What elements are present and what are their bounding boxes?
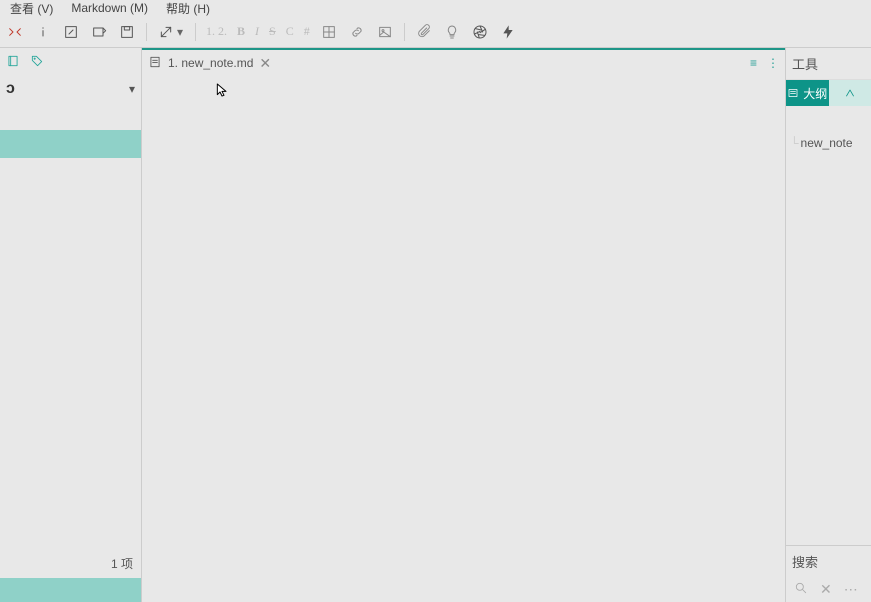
bold-button[interactable]: B <box>235 24 247 39</box>
menu-markdown[interactable]: Markdown (M) <box>71 1 148 15</box>
outline-item-label: new_note <box>801 136 853 150</box>
menu-lines-icon[interactable]: ≡ <box>750 56 757 70</box>
recycle-icon[interactable] <box>4 21 26 43</box>
search-title: 搜索 <box>786 546 871 577</box>
tools-tabs: 大纲 <box>786 80 871 106</box>
image-icon[interactable] <box>374 21 396 43</box>
editor-canvas[interactable] <box>142 76 785 602</box>
tab-label: 1. new_note.md <box>168 56 253 70</box>
list-footer-bar <box>0 578 141 602</box>
search-icon[interactable] <box>794 581 808 598</box>
toolbar: ▾ 1. 2. B I S C # <box>0 16 871 48</box>
heading-button[interactable]: # <box>302 24 312 39</box>
menu-help[interactable]: 帮助 (H) <box>166 0 210 17</box>
menubar: 查看 (V) Markdown (M) 帮助 (H) <box>0 0 871 16</box>
outline-tree: └ new_note <box>786 106 871 545</box>
tab-outline[interactable]: 大纲 <box>786 80 829 106</box>
outline-item[interactable]: └ new_note <box>790 136 867 150</box>
aperture-icon[interactable] <box>469 21 491 43</box>
notebook-icon-row <box>0 48 141 74</box>
strike-button[interactable]: S <box>267 24 278 39</box>
item-count-label: 1 项 <box>0 549 141 578</box>
mouse-cursor-icon <box>214 82 230 98</box>
separator <box>146 23 147 41</box>
book-icon[interactable] <box>4 52 22 70</box>
link-icon[interactable] <box>346 21 368 43</box>
main-area: ɔ ▾ 1 项 1. new_note.md ✕ ≡ ⋮ 工具 <box>0 48 871 602</box>
search-options-icon[interactable]: ⋯ <box>844 581 858 598</box>
notebook-title: ɔ <box>6 80 15 98</box>
tools-panel: 工具 大纲 └ new_note 搜索 ✕ ⋯ <box>785 48 871 602</box>
chevron-down-icon: ▾ <box>129 82 135 96</box>
tools-title: 工具 <box>786 48 871 80</box>
file-row-selected[interactable] <box>0 130 141 158</box>
notebook-selector[interactable]: ɔ ▾ <box>0 74 141 104</box>
tab-bar: 1. new_note.md ✕ ≡ ⋮ <box>142 50 785 76</box>
file-list <box>0 104 141 549</box>
tree-branch-icon: └ <box>790 136 799 150</box>
bulb-icon[interactable] <box>441 21 463 43</box>
flash-icon[interactable] <box>497 21 519 43</box>
vertical-dots-icon[interactable]: ⋮ <box>767 56 779 70</box>
separator <box>195 23 196 41</box>
tag-icon[interactable] <box>28 52 46 70</box>
tab-tools-secondary[interactable] <box>829 80 871 106</box>
table-icon[interactable] <box>318 21 340 43</box>
close-icon[interactable]: ✕ <box>259 55 271 72</box>
expand-button[interactable]: ▾ <box>155 21 187 43</box>
code-inline-button[interactable]: C <box>284 24 296 39</box>
menu-view[interactable]: 查看 (V) <box>10 0 53 17</box>
document-icon <box>148 55 162 72</box>
edit-icon[interactable] <box>60 21 82 43</box>
search-section: 搜索 ✕ ⋯ <box>786 545 871 602</box>
save-icon[interactable] <box>116 21 138 43</box>
notebook-panel: ɔ ▾ 1 项 <box>0 48 142 602</box>
info-icon[interactable] <box>32 21 54 43</box>
discard-icon[interactable] <box>88 21 110 43</box>
ordered-list-button[interactable]: 1. 2. <box>204 24 229 39</box>
clear-search-icon[interactable]: ✕ <box>820 581 832 598</box>
italic-button[interactable]: I <box>253 24 261 39</box>
active-tab[interactable]: 1. new_note.md ✕ <box>148 55 271 72</box>
attachment-icon[interactable] <box>413 21 435 43</box>
editor-pane: 1. new_note.md ✕ ≡ ⋮ <box>142 48 785 602</box>
separator <box>404 23 405 41</box>
